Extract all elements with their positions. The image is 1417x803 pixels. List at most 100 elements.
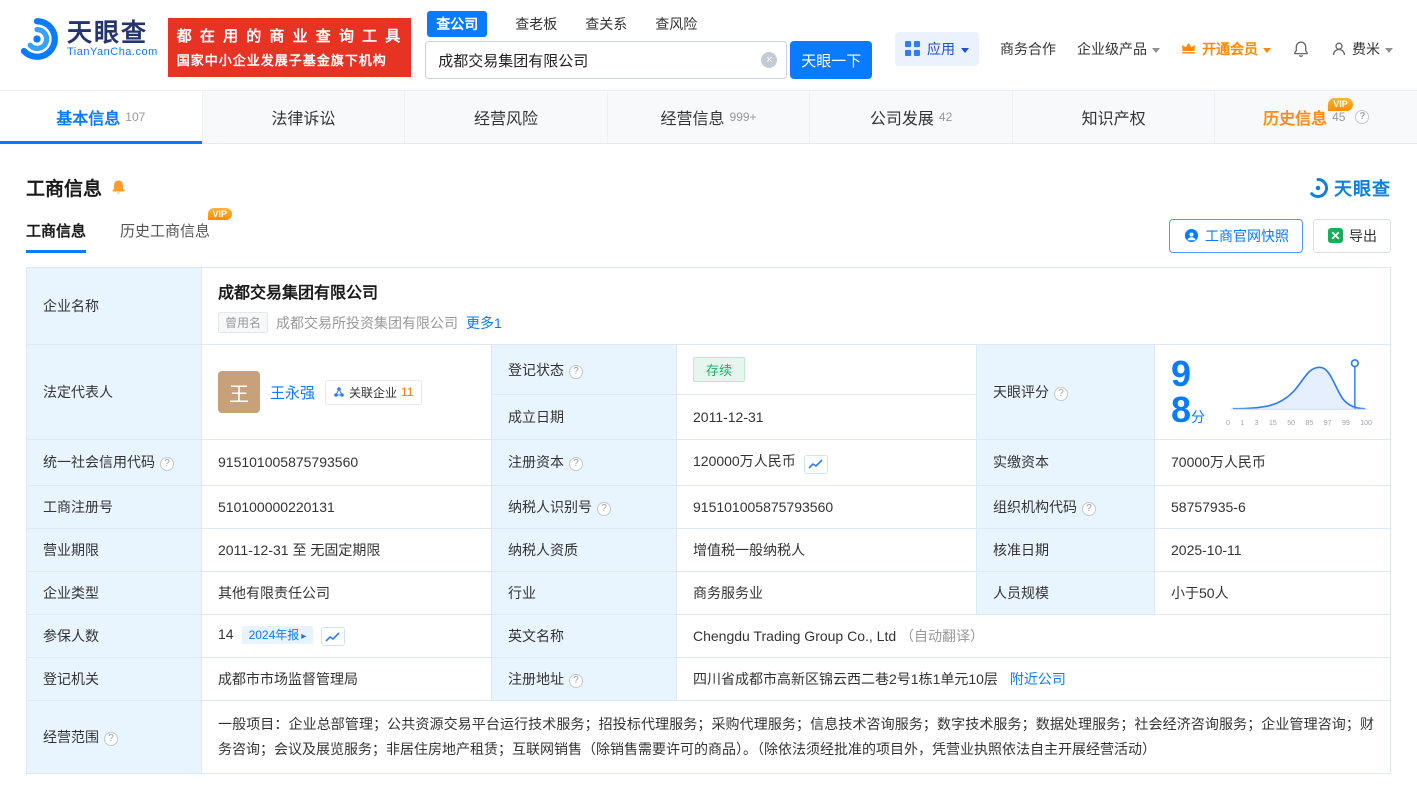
tab-label: 法律诉讼 <box>271 111 336 128</box>
tab-company-development[interactable]: 公司发展 42 <box>810 91 1013 143</box>
tab-history-info[interactable]: VIP 历史信息 45 <box>1215 91 1417 143</box>
search-tab-risk[interactable]: 查风险 <box>655 14 697 34</box>
english-name-value: Chengdu Trading Group Co., Ltd <box>693 627 897 644</box>
watermark-brand-name: 天眼查 <box>1334 178 1391 199</box>
english-name-cell: Chengdu Trading Group Co., Ltd （自动翻译） <box>676 613 1391 658</box>
related-companies-chip[interactable]: 关联企业 11 <box>325 379 422 405</box>
crown-icon <box>1181 41 1197 57</box>
legal-rep-avatar[interactable]: 王 <box>218 371 260 413</box>
insured-trend-chart-icon[interactable] <box>321 627 346 646</box>
approval-date-value: 2025-10-11 <box>1154 527 1391 572</box>
paid-capital-value: 70000万人民币 <box>1154 439 1391 486</box>
former-name-tag: 曾用名 <box>218 312 269 333</box>
nav-cooperation[interactable]: 商务合作 <box>1000 39 1056 59</box>
former-name-more-link[interactable]: 更多1 <box>466 313 502 333</box>
nearby-companies-link[interactable]: 附近公司 <box>1010 671 1066 687</box>
credit-code-label-text: 统一社会信用代码 <box>43 454 155 471</box>
help-icon[interactable] <box>1355 110 1370 124</box>
org-code-label-text: 组织机构代码 <box>993 498 1077 515</box>
search-tab-boss[interactable]: 查老板 <box>515 14 557 34</box>
table-row: 登记机关 成都市市场监督管理局 注册地址 四川省成都市高新区锦云西二巷2号1栋1… <box>26 657 1391 701</box>
establish-date-value: 2011-12-31 <box>676 394 977 440</box>
taxpayer-id-value: 915101005875793560 <box>676 484 977 529</box>
tab-count: 999+ <box>729 110 757 124</box>
org-code-value: 58757935-6 <box>1154 484 1391 529</box>
search-zone: 查公司 查老板 查关系 查风险 天眼一下 <box>425 10 873 79</box>
help-icon[interactable] <box>597 501 611 516</box>
reg-address-cell: 四川省成都市高新区锦云西二巷2号1栋1单元10层 附近公司 <box>676 657 1391 701</box>
business-scope-label-text: 经营范围 <box>43 729 99 746</box>
table-row: 统一社会信用代码 915101005875793560 注册资本 120000万… <box>26 439 1391 486</box>
reg-capital-cell: 120000万人民币 <box>676 439 977 486</box>
score-value: 98 <box>1171 353 1192 430</box>
company-type-value: 其他有限责任公司 <box>201 570 492 615</box>
tab-basic-info[interactable]: 基本信息 107 <box>0 91 203 144</box>
slogan-banner: 都 在 用 的 商 业 查 询 工 具 国家中小企业发展子基金旗下机构 <box>167 18 412 77</box>
tab-operation-info[interactable]: 经营信息 999+ <box>608 91 811 143</box>
search-button[interactable]: 天眼一下 <box>790 41 873 79</box>
former-name-value: 成都交易所投资集团有限公司 <box>276 314 459 331</box>
insured-count-label: 参保人数 <box>26 613 202 658</box>
industry-label: 行业 <box>491 570 677 615</box>
search-input[interactable] <box>425 41 788 79</box>
notification-bell-icon[interactable] <box>1292 40 1310 58</box>
legal-rep-name-link[interactable]: 王永强 <box>270 382 315 403</box>
business-info-table: 企业名称 成都交易集团有限公司 曾用名 成都交易所投资集团有限公司 更多1 法定… <box>26 267 1391 775</box>
capital-trend-chart-icon[interactable] <box>803 454 828 474</box>
export-button[interactable]: 导出 <box>1313 219 1391 253</box>
user-name: 费米 <box>1352 41 1380 57</box>
company-name-value: 成都交易集团有限公司 <box>218 285 379 302</box>
tyc-score-label-text: 天眼评分 <box>993 384 1049 400</box>
chevron-down-icon <box>961 47 969 53</box>
taxpayer-quality-label: 纳税人资质 <box>491 527 677 572</box>
help-icon[interactable] <box>1082 501 1096 516</box>
top-nav: 应用 商务合作 企业级产品 开通会员 费米 <box>895 32 1393 66</box>
search-tab-relation[interactable]: 查关系 <box>585 14 627 34</box>
subtab-business-info[interactable]: 工商信息 <box>26 220 87 253</box>
insured-count-cell: 14 2024年报 <box>201 613 492 658</box>
tab-label: 知识产权 <box>1081 111 1146 128</box>
official-snapshot-button[interactable]: 工商官网快照 <box>1169 219 1303 253</box>
subscribe-bell-icon[interactable] <box>110 179 127 196</box>
business-term-label: 营业期限 <box>26 527 202 572</box>
score-axis-ticks: 0 1 3 15 50 85 97 99 100 <box>1226 420 1372 427</box>
nav-enterprise-products[interactable]: 企业级产品 <box>1077 39 1160 59</box>
tab-label: 基本信息 <box>56 111 121 128</box>
staff-size-value: 小于50人 <box>1154 570 1391 615</box>
reg-address-label-text: 注册地址 <box>508 671 564 687</box>
help-icon[interactable] <box>104 732 118 747</box>
tab-operation-risk[interactable]: 经营风险 <box>405 91 608 143</box>
help-icon[interactable] <box>160 457 174 472</box>
annual-report-tag[interactable]: 2024年报 <box>241 625 314 644</box>
auto-translate-note: （自动翻译） <box>900 627 985 644</box>
search-tabs: 查公司 查老板 查关系 查风险 <box>425 10 872 37</box>
enterprise-label: 企业级产品 <box>1077 41 1147 57</box>
business-scope-cell: 一般项目：企业总部管理；公共资源交易平台运行技术服务；招投标代理服务；采购代理服… <box>201 699 1391 775</box>
tianyancha-logo-icon <box>1307 177 1329 199</box>
tab-legal-proceedings[interactable]: 法律诉讼 <box>203 91 406 143</box>
apps-menu[interactable]: 应用 <box>895 32 979 66</box>
search-tab-company[interactable]: 查公司 <box>427 10 488 37</box>
help-icon[interactable] <box>569 364 583 379</box>
help-icon[interactable] <box>569 457 583 472</box>
subtab-row: 工商信息 历史工商信息 VIP 工商官网快照 导出 <box>26 207 1391 255</box>
tyc-score-cell: 98分 0 1 3 15 50 85 97 99 100 <box>1154 344 1391 440</box>
table-row: 工商注册号 510100000220131 纳税人识别号 91510100587… <box>26 484 1391 529</box>
subtab-history-business-info[interactable]: 历史工商信息 VIP <box>120 207 233 253</box>
reg-address-label: 注册地址 <box>491 657 677 701</box>
user-menu[interactable]: 费米 <box>1331 39 1393 59</box>
staff-size-label: 人员规模 <box>976 570 1155 615</box>
reg-authority-label: 登记机关 <box>26 657 202 701</box>
nav-open-vip[interactable]: 开通会员 <box>1181 39 1271 59</box>
english-name-label: 英文名称 <box>491 613 677 658</box>
industry-value: 商务服务业 <box>676 570 977 615</box>
help-icon[interactable] <box>1054 387 1068 401</box>
help-icon[interactable] <box>569 674 583 688</box>
tab-label: 历史信息 <box>1263 111 1328 128</box>
reg-status-label-text: 登记状态 <box>508 361 564 378</box>
subtab-label: 历史工商信息 <box>120 222 211 240</box>
org-code-label: 组织机构代码 <box>976 484 1155 529</box>
tab-intellectual-property[interactable]: 知识产权 <box>1013 91 1216 143</box>
table-row: 企业类型 其他有限责任公司 行业 商务服务业 人员规模 小于50人 <box>26 570 1391 615</box>
tianyancha-logo[interactable]: 天眼查 TianYanCha.com <box>14 16 158 62</box>
